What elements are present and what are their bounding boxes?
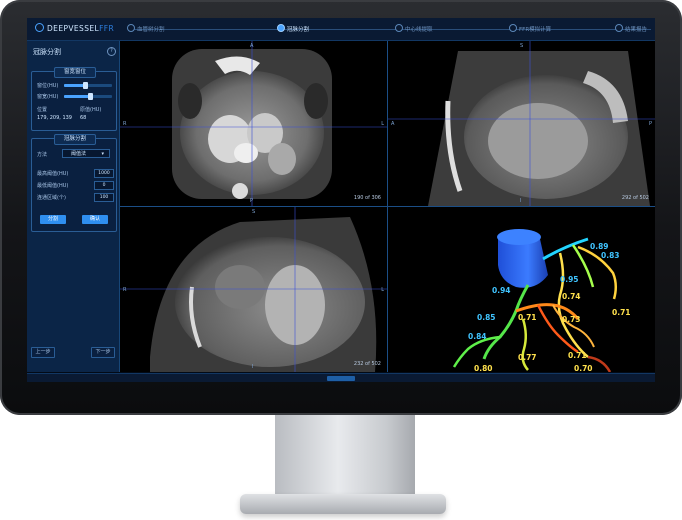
step-3[interactable]: 中心线提取 xyxy=(395,24,433,33)
ffr-label: 0.71 xyxy=(568,351,587,360)
sidebar: 冠脉分割 ? 窗宽窗位 窗位(HU) 窗宽(HU) 位置 原值(HU) 179,… xyxy=(27,41,120,372)
help-icon[interactable]: ? xyxy=(107,47,116,56)
ffr-3d-viewport[interactable]: 0.89 0.83 0.95 0.94 0.74 0.71 0.71 0.73 … xyxy=(388,207,655,372)
method-select-value: 阈值法 xyxy=(71,151,87,157)
position-label: 位置 xyxy=(37,107,48,113)
workflow-steps: 血管树分割 冠脉分割 中心线提取 FFR模拟计算 结果报告 xyxy=(127,18,655,40)
window-level-slider[interactable] xyxy=(64,82,112,89)
sagittal-ct-image xyxy=(388,41,655,206)
ffr-label: 0.71 xyxy=(518,313,537,322)
step-circle-icon xyxy=(509,24,517,32)
ffr-label: 0.95 xyxy=(560,275,579,284)
coronal-viewport[interactable]: S R L I 232 of 502 xyxy=(120,207,387,372)
bottom-bar xyxy=(27,373,655,382)
param2-label: 最低阈值(HU) xyxy=(37,183,69,189)
orient-bottom: I xyxy=(520,198,522,204)
slider-knob[interactable] xyxy=(83,82,89,89)
ffr-label: 0.71 xyxy=(612,308,631,317)
slider-fill xyxy=(64,95,91,98)
window-width-label: 窗宽(HU) xyxy=(37,94,59,100)
ffr-label: 0.70 xyxy=(574,364,593,372)
ffr-label: 0.77 xyxy=(518,353,537,362)
step-label: 血管树分割 xyxy=(137,27,165,33)
orient-bottom: P xyxy=(250,198,254,204)
ffr-label: 0.89 xyxy=(590,242,609,251)
steps-connector xyxy=(131,28,651,30)
ffr-label: 0.73 xyxy=(562,315,581,324)
ffr-value-labels: 0.89 0.83 0.95 0.94 0.74 0.71 0.71 0.73 … xyxy=(468,242,631,372)
step-2[interactable]: 冠脉分割 xyxy=(277,24,309,33)
step-5[interactable]: 结果报告 xyxy=(615,24,647,33)
orient-left: R xyxy=(123,287,127,293)
orient-top: A xyxy=(250,43,254,49)
orient-right: P xyxy=(648,121,652,127)
window-level-label: 窗位(HU) xyxy=(37,83,59,89)
step-circle-icon xyxy=(395,24,403,32)
logo-text: DEEPVESSEL xyxy=(47,24,100,33)
axial-viewport[interactable]: A R L P 190 of 306 xyxy=(120,41,387,206)
method-select[interactable]: 阈值法 ▾ xyxy=(62,149,110,158)
step-label: 结果报告 xyxy=(625,27,648,33)
axial-ct-image xyxy=(120,41,387,206)
orient-left: A xyxy=(391,121,395,127)
orient-right: L xyxy=(381,121,384,127)
orient-left: R xyxy=(123,121,127,127)
logo-icon xyxy=(35,23,44,32)
step-label: FFR模拟计算 xyxy=(519,27,552,33)
method-label: 方法 xyxy=(37,152,48,158)
position-value: 179, 209, 139 xyxy=(37,115,72,121)
step-circle-icon xyxy=(615,24,623,32)
slice-counter: 292 of 502 xyxy=(621,195,649,201)
segmentation-panel-header: 冠脉分割 xyxy=(54,134,96,145)
prev-step-button[interactable]: 上一步 xyxy=(31,347,55,358)
ffr-label: 0.94 xyxy=(492,286,511,295)
chevron-down-icon: ▾ xyxy=(101,151,104,157)
panel-toggle-handle[interactable] xyxy=(327,376,355,381)
next-step-button[interactable]: 下一步 xyxy=(91,347,115,358)
step-label: 冠脉分割 xyxy=(287,27,310,33)
coronal-ct-image xyxy=(120,207,387,372)
window-panel-header: 窗宽窗位 xyxy=(54,67,96,78)
ffr-label: 0.74 xyxy=(562,292,581,301)
logo-suffix: FFR xyxy=(99,24,115,33)
slice-counter: 232 of 502 xyxy=(353,361,381,367)
step-circle-icon xyxy=(127,24,135,32)
sagittal-viewport[interactable]: S A P I 292 of 502 xyxy=(388,41,655,206)
param2-input[interactable]: 0 xyxy=(94,181,114,190)
step-4[interactable]: FFR模拟计算 xyxy=(509,24,551,33)
confirm-button[interactable]: 确认 xyxy=(82,215,108,224)
step-1[interactable]: 血管树分割 xyxy=(127,24,165,33)
app-logo: DEEPVESSELFFR xyxy=(35,23,114,33)
orient-top: S xyxy=(520,43,524,49)
orient-top: S xyxy=(252,209,256,215)
window-panel: 窗宽窗位 窗位(HU) 窗宽(HU) 位置 原值(HU) 179, 209, 1… xyxy=(31,67,117,131)
monitor-foot xyxy=(240,494,446,514)
param3-input[interactable]: 100 xyxy=(94,193,114,202)
orient-bottom: I xyxy=(252,364,254,370)
segmentation-panel: 冠脉分割 方法 阈值法 ▾ 最高阈值(HU) 1000 最低阈值(HU) 0 连通… xyxy=(31,134,117,232)
slice-counter: 190 of 306 xyxy=(353,195,381,201)
ffr-label: 0.80 xyxy=(474,364,493,372)
slider-knob[interactable] xyxy=(87,93,93,100)
hu-value: 68 xyxy=(80,115,87,121)
ffr-label: 0.83 xyxy=(601,251,620,260)
segment-button[interactable]: 分割 xyxy=(40,215,66,224)
sidebar-title: 冠脉分割 xyxy=(33,48,61,56)
monitor-stand xyxy=(275,415,415,497)
coronary-tree-3d: 0.89 0.83 0.95 0.94 0.74 0.71 0.71 0.73 … xyxy=(452,229,631,372)
hu-label: 原值(HU) xyxy=(80,107,102,113)
window-width-slider[interactable] xyxy=(64,93,112,100)
step-circle-icon xyxy=(277,24,285,32)
app-screen: DEEPVESSELFFR 血管树分割 冠脉分割 中心线提取 FFR模拟计算 结… xyxy=(27,18,655,382)
ffr-label: 0.84 xyxy=(468,332,487,341)
orient-right: L xyxy=(381,287,384,293)
ffr-label: 0.85 xyxy=(477,313,496,322)
top-bar: DEEPVESSELFFR 血管树分割 冠脉分割 中心线提取 FFR模拟计算 结… xyxy=(27,18,655,41)
monitor-bezel: DEEPVESSELFFR 血管树分割 冠脉分割 中心线提取 FFR模拟计算 结… xyxy=(0,0,682,415)
param1-label: 最高阈值(HU) xyxy=(37,171,69,177)
param3-label: 连通区域(个) xyxy=(37,195,66,201)
step-label: 中心线提取 xyxy=(405,27,433,33)
param1-input[interactable]: 1000 xyxy=(94,169,114,178)
